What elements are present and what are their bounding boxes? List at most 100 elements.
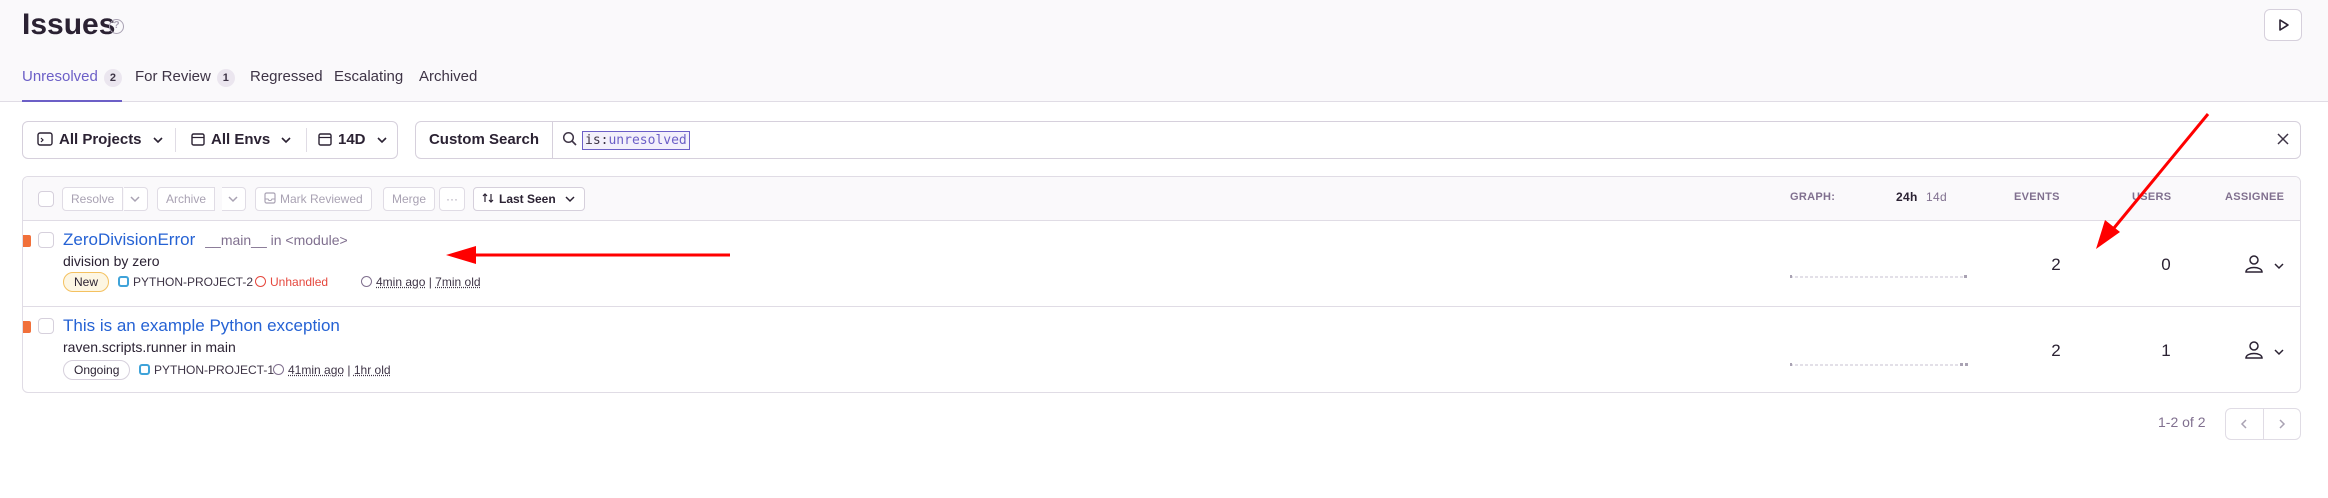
unhandled-badge: Unhandled — [255, 274, 328, 290]
issue-title-text: This is an example Python exception — [63, 316, 340, 335]
first-seen: 7min old — [435, 275, 481, 289]
date-filter-label: 14D — [338, 131, 366, 148]
merge-button[interactable]: Merge — [383, 187, 436, 211]
tab-label: Unresolved — [22, 68, 98, 85]
chevron-down-icon — [228, 196, 238, 203]
issue-message: raven.scripts.runner in main — [63, 339, 236, 355]
error-icon — [255, 276, 266, 287]
tab-label: Regressed — [250, 68, 323, 85]
date-filter[interactable]: 14D — [318, 122, 388, 158]
sort-icon — [482, 193, 494, 203]
issue-title[interactable]: ZeroDivisionError __main__ in <module> — [63, 230, 348, 250]
chevron-left-icon[interactable] — [2238, 418, 2250, 430]
row-checkbox[interactable] — [38, 318, 54, 334]
close-icon[interactable] — [2276, 132, 2290, 146]
assignee-selector[interactable] — [2243, 339, 2285, 366]
issue-message: division by zero — [63, 253, 160, 269]
user-count: 1 — [2161, 341, 2171, 360]
issues-table: Resolve Archive Mark Reviewed Merge ··· … — [22, 176, 2301, 393]
graph-24h-toggle[interactable]: 24h — [1896, 190, 1918, 204]
user-icon — [2245, 255, 2263, 273]
tab-escalating[interactable]: Escalating — [334, 66, 403, 102]
chevron-right-icon[interactable] — [2276, 418, 2288, 430]
table-row[interactable]: ZeroDivisionError __main__ in <module> di… — [23, 221, 2300, 307]
search-token-value: unresolved — [608, 133, 687, 148]
sort-label: Last Seen — [499, 192, 556, 206]
tab-archived[interactable]: Archived — [419, 66, 477, 102]
project-icon — [37, 132, 53, 146]
tab-label: Escalating — [334, 68, 404, 85]
chevron-down-icon — [281, 137, 291, 144]
user-count: 0 — [2161, 255, 2171, 274]
chevron-down-icon — [565, 196, 575, 203]
project-filter[interactable]: All Projects — [37, 122, 164, 158]
issue-title[interactable]: This is an example Python exception — [63, 316, 340, 336]
project-icon — [118, 276, 129, 287]
table-header: Resolve Archive Mark Reviewed Merge ··· … — [23, 177, 2300, 221]
tab-regressed[interactable]: Regressed — [250, 66, 323, 102]
events-column-header: EVENTS — [2014, 191, 2060, 203]
sort-button[interactable]: Last Seen — [473, 187, 586, 211]
pagination-info: 1-2 of 2 — [2158, 414, 2206, 430]
clock-icon — [273, 364, 284, 375]
archive-dropdown[interactable] — [222, 187, 246, 211]
page-title: Issues — [22, 8, 116, 41]
last-seen: 4min ago — [376, 275, 426, 289]
project-name: PYTHON-PROJECT-1 — [154, 363, 275, 377]
archive-button[interactable]: Archive — [157, 187, 216, 211]
tab-label: For Review — [135, 68, 211, 85]
custom-search-button[interactable]: Custom Search — [416, 122, 553, 158]
time-info: 4min ago | 7min old — [361, 274, 481, 290]
page-header: Issues ? Unresolved 2 For Review 1 Regress… — [0, 0, 2328, 102]
chevron-down-icon — [377, 137, 387, 144]
environment-filter-label: All Envs — [211, 131, 271, 148]
search-input[interactable]: is:unresolved — [582, 131, 690, 150]
project-filter-label: All Projects — [59, 131, 142, 148]
divider — [175, 128, 176, 152]
issue-title-text: ZeroDivisionError — [63, 230, 196, 249]
environment-filter[interactable]: All Envs — [191, 122, 292, 158]
help-icon[interactable]: ? — [109, 19, 124, 34]
resolve-dropdown[interactable] — [124, 187, 148, 211]
resolve-button[interactable]: Resolve — [62, 187, 124, 211]
tab-for-review[interactable]: For Review 1 — [135, 66, 235, 102]
chevron-down-icon — [2274, 349, 2284, 356]
search-icon — [562, 131, 577, 146]
project-badge[interactable]: PYTHON-PROJECT-1 — [139, 362, 274, 378]
clock-icon — [361, 276, 372, 287]
search-token-key: is: — [585, 133, 609, 148]
chevron-down-icon — [153, 137, 163, 144]
time-info: 41min ago | 1hr old — [273, 362, 391, 378]
divider — [306, 128, 307, 152]
event-count: 2 — [2051, 255, 2061, 274]
more-actions-button[interactable]: ··· — [439, 187, 465, 211]
divider — [2263, 409, 2264, 439]
status-badge: Ongoing — [63, 360, 131, 380]
calendar-icon — [318, 133, 332, 146]
table-row[interactable]: This is an example Python exception rave… — [23, 307, 2300, 392]
status-badge: New — [63, 272, 110, 292]
project-icon — [139, 364, 150, 375]
play-button[interactable] — [2264, 9, 2302, 41]
search-bar: Custom Search is:unresolved — [415, 121, 2301, 159]
select-all-checkbox[interactable] — [38, 191, 54, 207]
chevron-down-icon — [2274, 263, 2284, 270]
inbox-icon — [264, 192, 276, 204]
unhandled-label: Unhandled — [270, 275, 329, 289]
users-column-header: USERS — [2132, 191, 2172, 203]
graph-14d-toggle[interactable]: 14d — [1926, 190, 1947, 204]
pagination — [2225, 408, 2301, 440]
event-count: 2 — [2051, 341, 2061, 360]
level-indicator — [23, 321, 31, 333]
event-sparkline — [1790, 363, 1968, 366]
assignee-selector[interactable] — [2243, 253, 2285, 280]
tab-unresolved[interactable]: Unresolved 2 — [22, 66, 122, 102]
row-checkbox[interactable] — [38, 232, 54, 248]
mark-reviewed-button[interactable]: Mark Reviewed — [255, 187, 372, 211]
project-badge[interactable]: PYTHON-PROJECT-2 — [118, 274, 253, 290]
project-name: PYTHON-PROJECT-2 — [133, 275, 254, 289]
last-seen: 41min ago — [288, 363, 345, 377]
calendar-icon — [191, 133, 205, 146]
mark-reviewed-label: Mark Reviewed — [280, 192, 363, 206]
first-seen: 1hr old — [353, 363, 391, 377]
